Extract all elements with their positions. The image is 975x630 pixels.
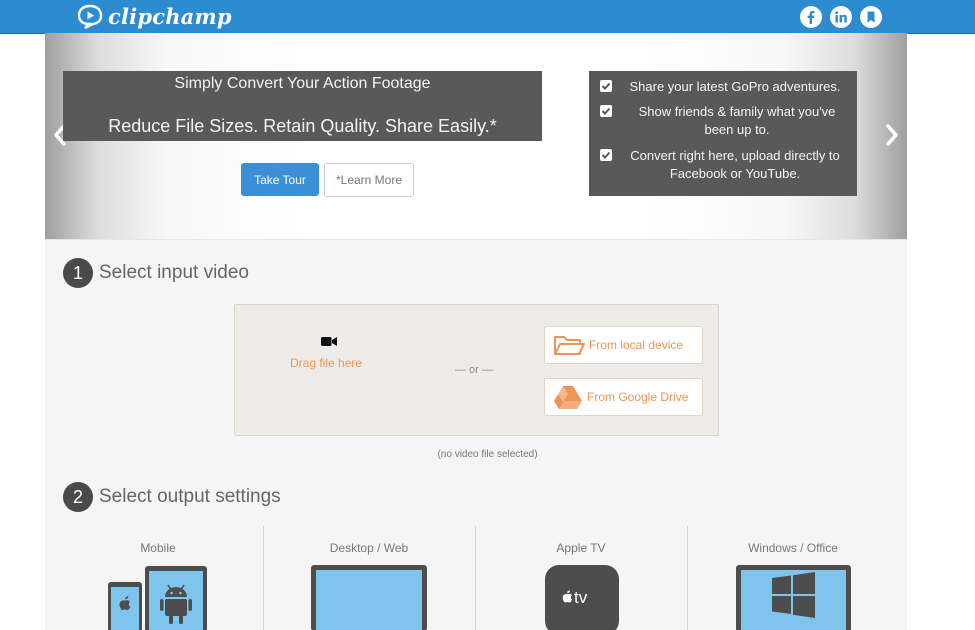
mobile-option[interactable] — [106, 565, 210, 630]
hero-banner: Simply Convert Your Action Footage Reduc… — [63, 71, 542, 141]
google-drive-button[interactable]: From Google Drive — [544, 378, 703, 416]
bookmark-icon[interactable] — [860, 6, 882, 28]
status-text: (no video file selected) — [437, 449, 538, 460]
option-label-desktop: Desktop / Web — [329, 541, 409, 555]
option-label-windows: Windows / Office — [748, 541, 838, 555]
windows-option[interactable] — [735, 564, 852, 630]
file-dropzone[interactable]: Drag file here — or — From local device … — [234, 304, 719, 436]
drag-file-label: Drag file here — [290, 356, 363, 370]
feature-list: Share your latest GoPro adventures. Show… — [589, 71, 857, 196]
column-divider — [475, 526, 476, 630]
no-file-status: (no video file selected) — [0, 449, 975, 460]
appletv-badge-text: tv — [574, 588, 588, 607]
linkedin-icon[interactable] — [830, 6, 852, 28]
carousel-next-arrow[interactable] — [884, 123, 906, 149]
step-2-badge: 2 — [63, 482, 93, 512]
step-1-title: Select input video — [99, 262, 249, 283]
android-tablet-icon — [145, 566, 207, 630]
feature-text: Convert right here, upload directly to F… — [630, 148, 840, 181]
google-drive-icon — [554, 386, 582, 409]
hero-headline: Reduce File Sizes. Retain Quality. Share… — [108, 116, 497, 136]
option-label-appletv: Apple TV — [556, 541, 606, 555]
desktop-option[interactable] — [310, 563, 428, 630]
logo[interactable]: clipchamp — [76, 3, 232, 29]
iphone-icon — [108, 582, 142, 630]
learn-more-button[interactable]: *Learn More — [324, 163, 414, 197]
google-drive-label: From Google Drive — [587, 390, 689, 404]
checkbox-icon — [600, 105, 612, 117]
brand-name: clipchamp — [108, 3, 232, 29]
feature-text: Show friends & family what you've been u… — [638, 104, 836, 137]
column-divider — [687, 526, 688, 630]
feature-text: Share your latest GoPro adventures. — [629, 79, 841, 94]
step-1-badge: 1 — [63, 258, 93, 288]
local-device-label: From local device — [589, 338, 684, 352]
facebook-icon[interactable] — [800, 6, 822, 28]
option-label-mobile: Mobile — [140, 541, 176, 555]
checkbox-icon — [600, 80, 612, 92]
top-bar: clipchamp — [0, 0, 975, 34]
step-2-title: Select output settings — [99, 486, 281, 507]
checkbox-icon — [600, 149, 612, 161]
monitor-icon — [311, 565, 427, 630]
appletv-option[interactable]: tv — [544, 564, 620, 630]
video-camera-icon — [321, 337, 337, 346]
clipchamp-logo-icon — [77, 4, 103, 29]
take-tour-button[interactable]: Take Tour — [241, 163, 319, 196]
hero-tagline: Simply Convert Your Action Footage — [174, 75, 431, 92]
column-divider — [263, 526, 264, 630]
folder-icon — [554, 336, 585, 355]
local-device-button[interactable]: From local device — [544, 326, 703, 364]
or-separator: — or — — [455, 364, 493, 376]
